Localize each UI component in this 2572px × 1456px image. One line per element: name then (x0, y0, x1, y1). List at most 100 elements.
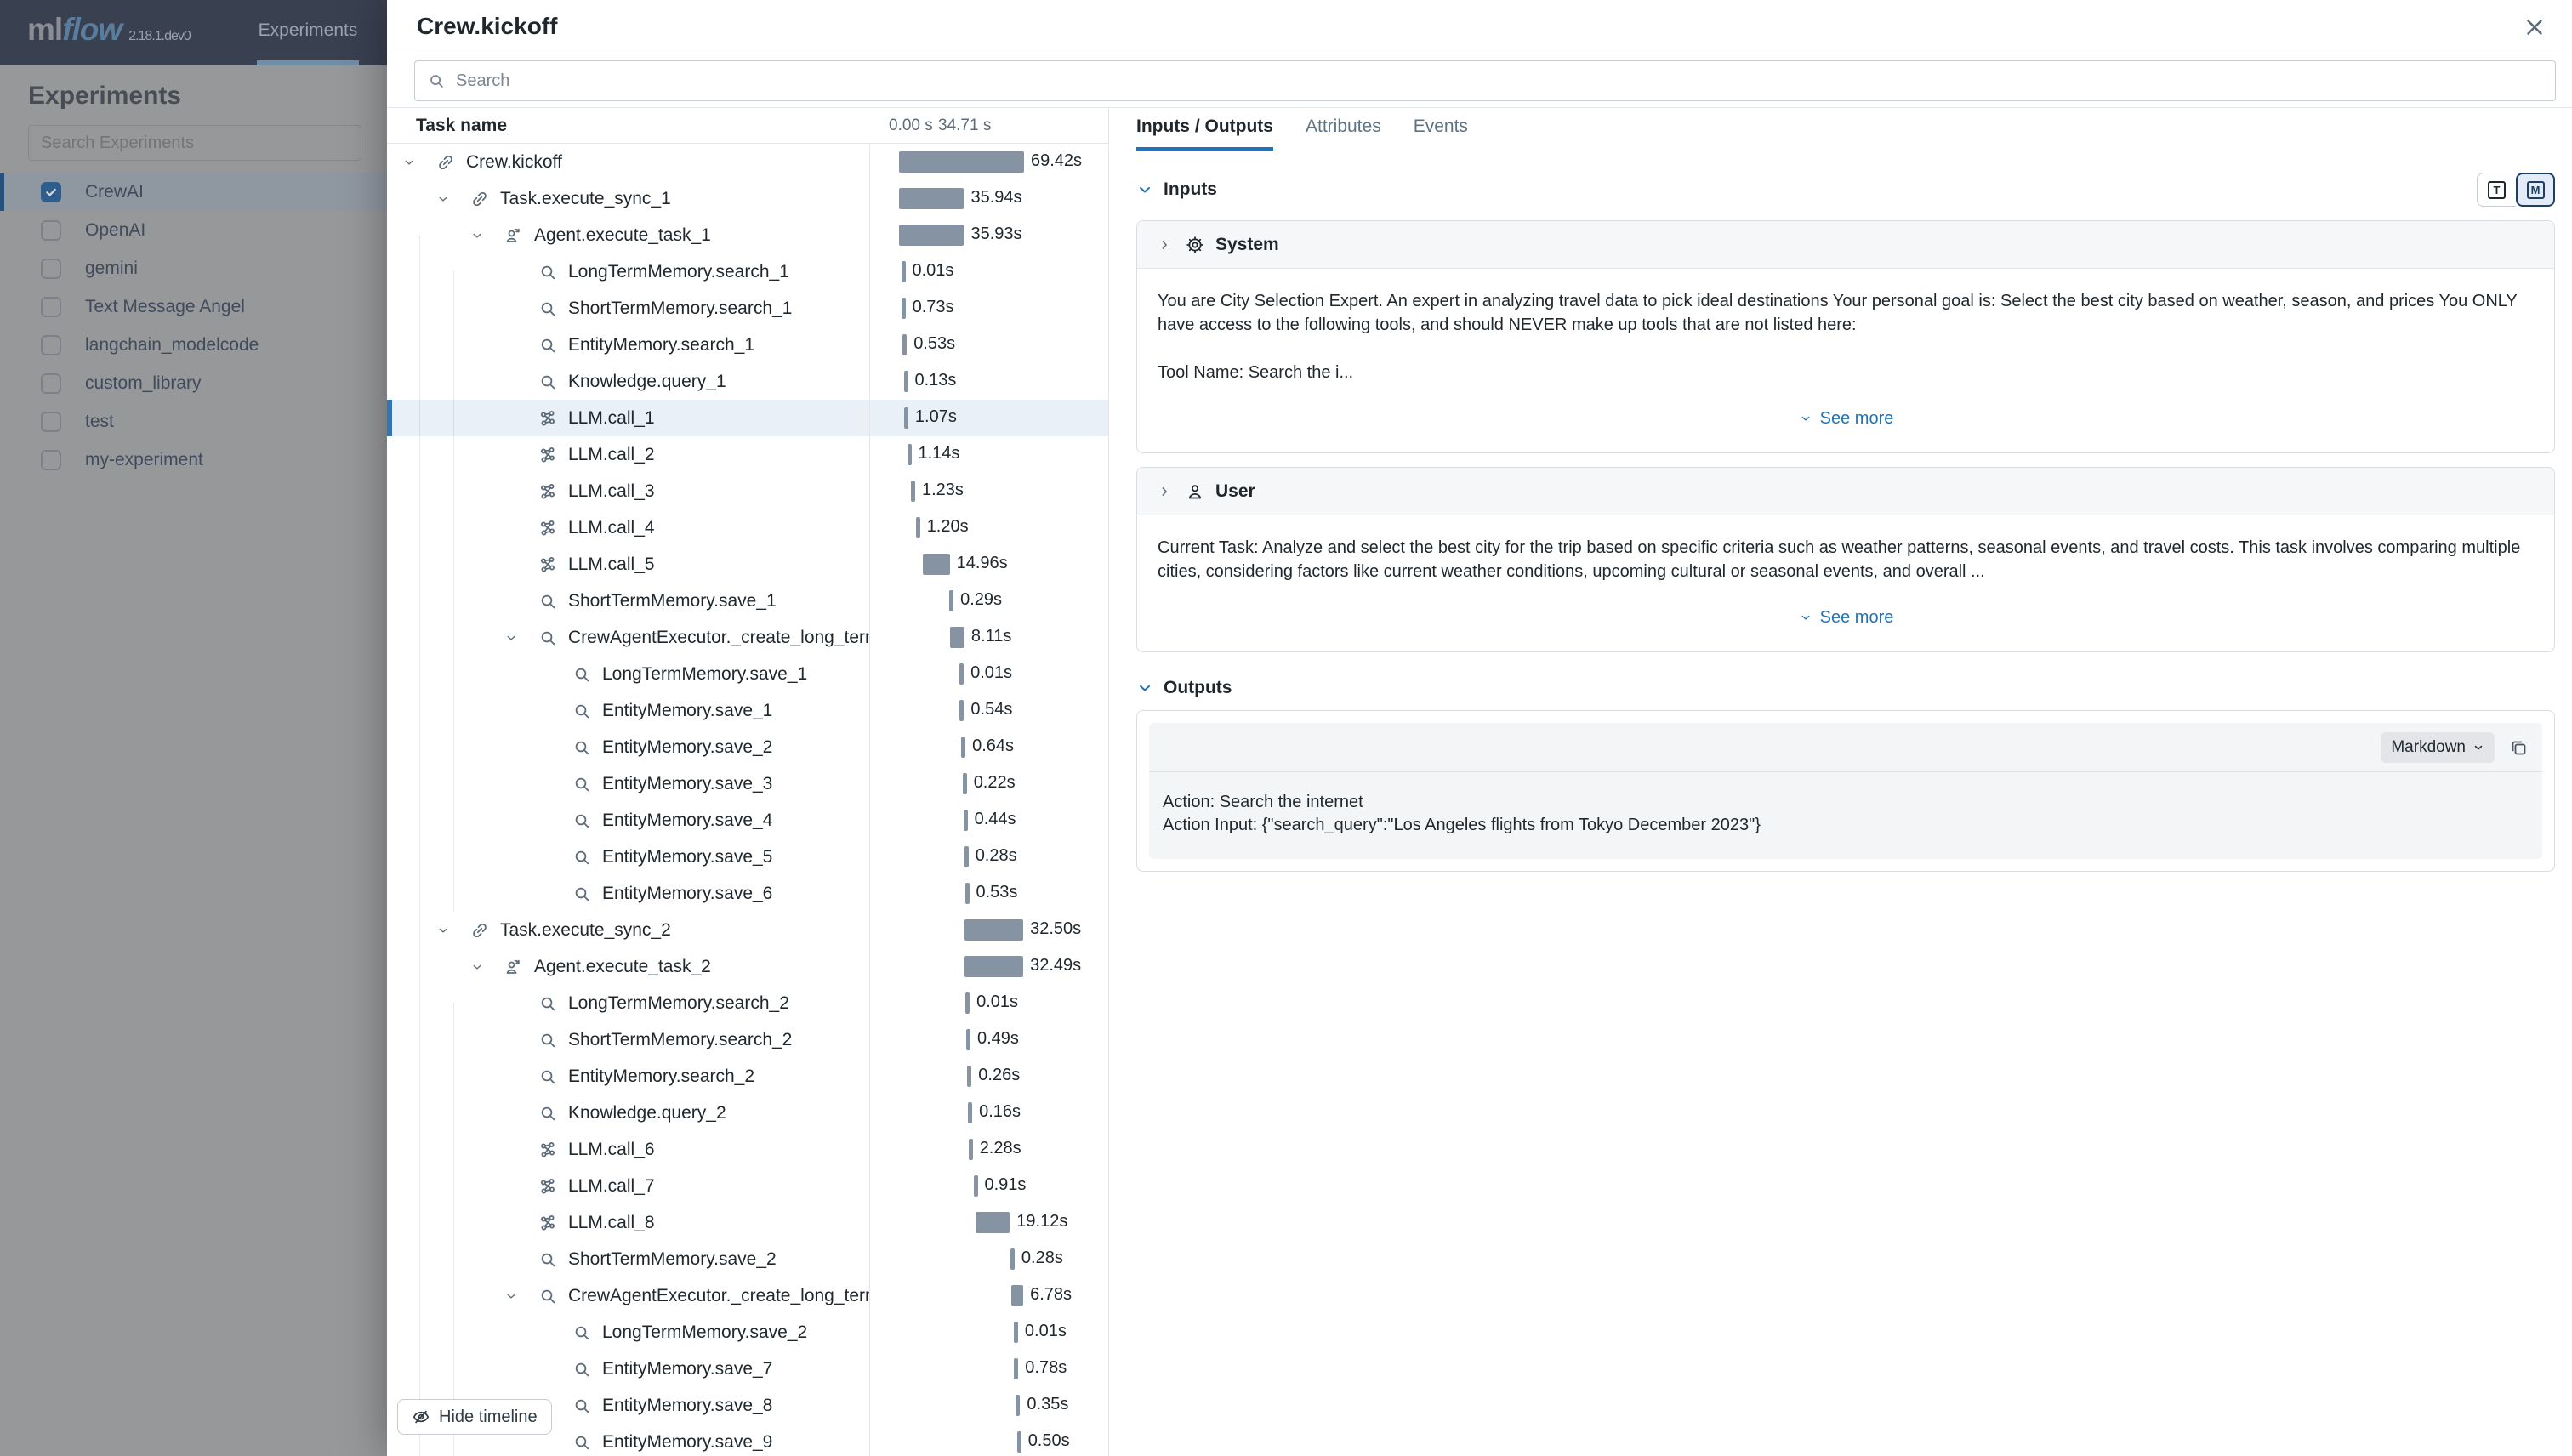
duration-bar (965, 883, 970, 904)
chevron-down-icon[interactable] (504, 630, 538, 646)
sidebar-item-custom-library[interactable]: custom_library (0, 364, 387, 402)
timeline-cell: 0.01s (869, 253, 1108, 290)
see-more-link[interactable]: See more (1158, 384, 2534, 441)
tree-row-knowledge-query-1[interactable]: Knowledge.query_10.13s (387, 363, 1108, 400)
tree-row-shorttermmemory-save-1[interactable]: ShortTermMemory.save_10.29s (387, 583, 1108, 619)
tree-row-llm-call-4[interactable]: LLM.call_41.20s (387, 509, 1108, 546)
nav-tab-experiments[interactable]: Experiments (257, 0, 359, 61)
tree-row-longtermmemory-search-1[interactable]: LongTermMemory.search_10.01s (387, 253, 1108, 290)
markdown-view-icon[interactable]: M (2516, 173, 2555, 207)
tree-row-longtermmemory-save-2[interactable]: LongTermMemory.save_20.01s (387, 1314, 1108, 1351)
duration-bar (963, 773, 967, 794)
chevron-down-icon[interactable] (435, 923, 469, 938)
tree-row-longtermmemory-save-1[interactable]: LongTermMemory.save_10.01s (387, 656, 1108, 692)
see-more-link[interactable]: See more (1158, 583, 2534, 640)
span-name-cell: ShortTermMemory.search_2 (387, 1021, 869, 1058)
sidebar-item-crewai[interactable]: CrewAI (0, 173, 387, 211)
duration-label: 1.14s (919, 444, 960, 464)
tree-row-entitymemory-save-4[interactable]: EntityMemory.save_40.44s (387, 802, 1108, 839)
chevron-down-icon[interactable] (1136, 181, 1153, 198)
tree-row-llm-call-8[interactable]: LLM.call_819.12s (387, 1204, 1108, 1241)
experiments-search-input[interactable] (28, 125, 361, 161)
tree-row-crewagentexecutor-create-long-term-memory[interactable]: CrewAgentExecutor._create_long_term_memo… (387, 1277, 1108, 1314)
duration-bar (902, 261, 906, 282)
tree-row-entitymemory-save-7[interactable]: EntityMemory.save_70.78s (387, 1351, 1108, 1387)
checkbox-unchecked-icon[interactable] (41, 220, 61, 241)
chevron-down-icon[interactable] (504, 1288, 538, 1304)
search-icon (572, 774, 594, 794)
span-name-cell: LongTermMemory.search_1 (387, 253, 869, 290)
close-icon[interactable] (2518, 10, 2552, 44)
raw-text-view-icon[interactable]: T (2477, 173, 2516, 207)
checkbox-checked-icon[interactable] (41, 182, 61, 202)
chevron-down-icon (2472, 742, 2484, 754)
span-search-input[interactable] (456, 71, 2543, 91)
chevron-down-icon[interactable] (1136, 680, 1153, 697)
tree-row-knowledge-query-2[interactable]: Knowledge.query_20.16s (387, 1095, 1108, 1131)
span-name-cell: Task.execute_sync_1 (387, 180, 869, 217)
duration-bar (908, 444, 912, 465)
hide-timeline-button[interactable]: Hide timeline (397, 1399, 552, 1435)
tree-row-llm-call-5[interactable]: LLM.call_514.96s (387, 546, 1108, 583)
tree-row-crewagentexecutor-create-long-term-memory[interactable]: CrewAgentExecutor._create_long_term_memo… (387, 619, 1108, 656)
sidebar-item-openai[interactable]: OpenAI (0, 211, 387, 249)
tab-events[interactable]: Events (1414, 117, 1468, 151)
message-text: You are City Selection Expert. An expert… (1137, 269, 2554, 452)
checkbox-unchecked-icon[interactable] (41, 373, 61, 394)
search-icon (538, 1249, 560, 1270)
tree-row-llm-call-2[interactable]: LLM.call_21.14s (387, 436, 1108, 473)
llm-icon (538, 481, 560, 502)
tree-row-shorttermmemory-search-1[interactable]: ShortTermMemory.search_10.73s (387, 290, 1108, 327)
sidebar-item-text-message-angel[interactable]: Text Message Angel (0, 287, 387, 326)
sidebar-item-langchain-modelcode[interactable]: langchain_modelcode (0, 326, 387, 364)
tree-row-entitymemory-save-1[interactable]: EntityMemory.save_10.54s (387, 692, 1108, 729)
checkbox-unchecked-icon[interactable] (41, 297, 61, 317)
duration-bar (899, 225, 964, 246)
tree-row-entitymemory-search-1[interactable]: EntityMemory.search_10.53s (387, 327, 1108, 363)
tree-row-llm-call-6[interactable]: LLM.call_62.28s (387, 1131, 1108, 1168)
search-icon (572, 664, 594, 685)
chevron-down-icon[interactable] (401, 155, 435, 170)
span-name-cell: Knowledge.query_2 (387, 1095, 869, 1131)
tree-row-entitymemory-save-2[interactable]: EntityMemory.save_20.64s (387, 729, 1108, 765)
tree-row-shorttermmemory-search-2[interactable]: ShortTermMemory.search_20.49s (387, 1021, 1108, 1058)
tree-row-shorttermmemory-save-2[interactable]: ShortTermMemory.save_20.28s (387, 1241, 1108, 1277)
tree-row-llm-call-7[interactable]: LLM.call_70.91s (387, 1168, 1108, 1204)
checkbox-unchecked-icon[interactable] (41, 259, 61, 279)
search-icon (538, 1030, 560, 1050)
chevron-down-icon[interactable] (469, 228, 504, 243)
duration-bar (964, 919, 1023, 941)
tree-row-entitymemory-save-6[interactable]: EntityMemory.save_60.53s (387, 875, 1108, 912)
tree-row-longtermmemory-search-2[interactable]: LongTermMemory.search_20.01s (387, 985, 1108, 1021)
tree-row-agent-execute-task-2[interactable]: Agent.execute_task_232.49s (387, 948, 1108, 985)
tree-row-crew-kickoff[interactable]: Crew.kickoff69.42s (387, 144, 1108, 180)
markdown-format-dropdown[interactable]: Markdown (2381, 732, 2495, 763)
checkbox-unchecked-icon[interactable] (41, 450, 61, 470)
chevron-down-icon[interactable] (469, 959, 504, 975)
checkbox-unchecked-icon[interactable] (41, 412, 61, 432)
search-icon (572, 810, 594, 831)
user-card-header[interactable]: User (1137, 468, 2554, 515)
copy-icon[interactable] (2508, 737, 2529, 758)
tree-row-task-execute-sync-1[interactable]: Task.execute_sync_1 35.94s (387, 180, 1108, 217)
duration-bar (1016, 1395, 1020, 1416)
span-name-cell: Task.execute_sync_2 (387, 912, 869, 948)
checkbox-unchecked-icon[interactable] (41, 335, 61, 355)
sidebar-item-gemini[interactable]: gemini (0, 249, 387, 287)
system-card-header[interactable]: System (1137, 221, 2554, 269)
tab-attributes[interactable]: Attributes (1306, 117, 1381, 151)
tree-row-entitymemory-search-2[interactable]: EntityMemory.search_20.26s (387, 1058, 1108, 1095)
tree-row-entitymemory-save-3[interactable]: EntityMemory.save_30.22s (387, 765, 1108, 802)
duration-label: 0.64s (972, 737, 1014, 756)
span-name-cell: EntityMemory.save_3 (387, 765, 869, 802)
tree-row-llm-call-1[interactable]: LLM.call_11.07s (387, 400, 1108, 436)
tree-row-llm-call-3[interactable]: LLM.call_31.23s (387, 473, 1108, 509)
tab-inputs-outputs[interactable]: Inputs / Outputs (1136, 117, 1273, 151)
duration-label: 35.94s (971, 188, 1022, 208)
tree-row-task-execute-sync-2[interactable]: Task.execute_sync_232.50s (387, 912, 1108, 948)
tree-row-entitymemory-save-5[interactable]: EntityMemory.save_50.28s (387, 839, 1108, 875)
sidebar-item-test[interactable]: test (0, 402, 387, 441)
sidebar-item-my-experiment[interactable]: my-experiment (0, 441, 387, 479)
tree-row-agent-execute-task-1[interactable]: Agent.execute_task_135.93s (387, 217, 1108, 253)
chevron-down-icon[interactable] (435, 191, 469, 207)
